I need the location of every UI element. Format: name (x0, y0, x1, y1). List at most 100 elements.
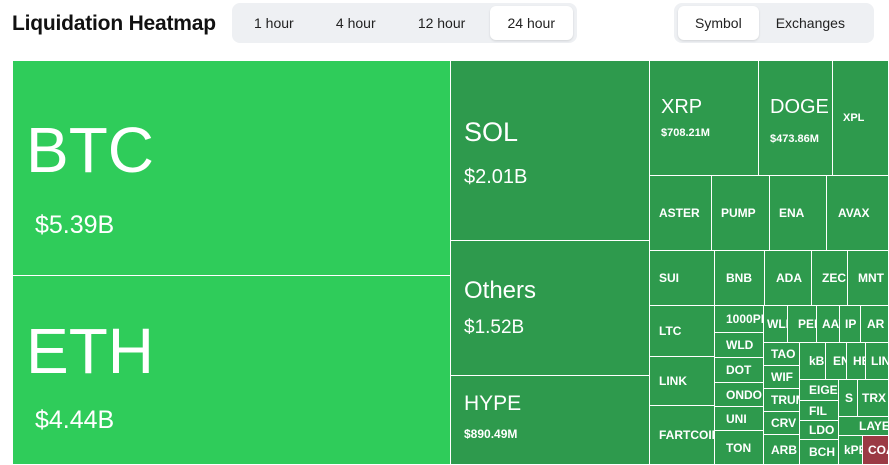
tile-coai[interactable]: COAI (862, 435, 889, 465)
tile-wld-symbol: WLD (726, 338, 754, 352)
tile-trx-symbol: TRX (862, 391, 886, 405)
tile-doge[interactable]: DOGE $473.86M (758, 60, 833, 176)
tile-hype-symbol: HYPE (464, 392, 522, 415)
tile-doge-value: $473.86M (770, 133, 819, 145)
tile-ada[interactable]: ADA (764, 250, 812, 306)
tile-aave[interactable]: AAVE (816, 305, 840, 343)
tile-xrp-value: $708.21M (661, 127, 710, 139)
tile-pengu-symbol: PENGU (798, 317, 816, 331)
tile-fartcoin-symbol: FARTCOIN (659, 428, 715, 442)
tile-fil[interactable]: FIL (799, 400, 839, 421)
tile-pengu[interactable]: PENGU (787, 305, 817, 343)
tile-bnb-symbol: BNB (726, 271, 752, 285)
liquidation-treemap: BTC $5.39B ETH $4.44B SOL $2.01B Others … (12, 60, 889, 465)
tile-ada-symbol: ADA (776, 271, 802, 285)
tile-zec[interactable]: ZEC (811, 250, 848, 306)
tile-wif[interactable]: WIF (763, 365, 800, 389)
period-option-12h[interactable]: 12 hour (400, 6, 483, 40)
tile-ip-symbol: IP (845, 317, 857, 331)
tile-ip[interactable]: IP (839, 305, 861, 343)
tile-crv[interactable]: CRV (763, 411, 800, 435)
tile-zec-symbol: ZEC (822, 271, 846, 285)
tile-fartcoin[interactable]: FARTCOIN (649, 405, 715, 465)
time-period-selector: 1 hour 4 hour 12 hour 24 hour (232, 3, 577, 43)
tile-layer-symbol: LAYER (859, 419, 888, 433)
tile-avax-symbol: AVAX (838, 206, 870, 220)
tile-bch-symbol: BCH (809, 445, 835, 459)
tile-ena-symbol: ENA (779, 206, 805, 220)
tile-avax[interactable]: AVAX (826, 175, 889, 251)
tile-xrp[interactable]: XRP $708.21M (649, 60, 759, 176)
tile-btc[interactable]: BTC $5.39B (12, 60, 451, 276)
tile-xpl[interactable]: XPL (832, 60, 889, 176)
tile-eigen[interactable]: EIGEN (799, 379, 839, 401)
tile-wlfi-symbol: WLFI (767, 317, 787, 331)
view-option-symbol[interactable]: Symbol (678, 6, 759, 40)
period-option-4h[interactable]: 4 hour (318, 6, 394, 40)
tile-fil-symbol: FIL (809, 403, 827, 418)
tile-uni[interactable]: UNI (714, 406, 764, 431)
tile-sol-value: $2.01B (464, 166, 528, 188)
tile-pump[interactable]: PUMP (711, 175, 770, 251)
tile-kpepe[interactable]: kPEPE (838, 435, 863, 465)
tile-arb[interactable]: ARB (763, 434, 800, 465)
period-option-24h[interactable]: 24 hour (489, 6, 573, 40)
tile-ltc-symbol: LTC (659, 324, 682, 338)
tile-dot[interactable]: DOT (714, 357, 764, 383)
tile-ens[interactable]: ENS (825, 342, 847, 380)
tile-ar-symbol: AR (867, 317, 885, 331)
tile-hype[interactable]: HYPE $890.49M (450, 375, 650, 465)
tile-crv-symbol: CRV (771, 416, 797, 430)
tile-xpl-symbol: XPL (843, 112, 865, 124)
tile-bch[interactable]: BCH (799, 439, 839, 465)
tile-arb-symbol: ARB (771, 442, 797, 457)
tile-eth-symbol: ETH (26, 315, 154, 387)
tile-xrp-symbol: XRP (661, 96, 703, 118)
tile-s-symbol: S (845, 391, 854, 405)
tile-eigen-symbol: EIGEN (809, 383, 838, 397)
tile-aster[interactable]: ASTER (649, 175, 712, 251)
tile-ldo[interactable]: LDO (799, 420, 839, 440)
tile-dot-symbol: DOT (726, 363, 752, 377)
tile-pump-symbol: PUMP (721, 206, 756, 220)
tile-wld[interactable]: WLD (714, 332, 764, 358)
tile-ens-symbol: ENS (833, 354, 846, 368)
tile-eth-value: $4.44B (35, 406, 115, 434)
tile-kpepe-symbol: kPEPE (844, 443, 862, 457)
view-option-exchanges[interactable]: Exchanges (759, 6, 862, 40)
tile-layer[interactable]: LAYER (838, 416, 889, 436)
tile-btc-symbol: BTC (26, 114, 154, 186)
tile-bnb[interactable]: BNB (714, 250, 765, 306)
tile-linea[interactable]: LINEA (865, 342, 889, 380)
tile-hbar[interactable]: HBAR (846, 342, 866, 380)
tile-sol-symbol: SOL (464, 117, 519, 147)
tile-trump-symbol: TRUMP (771, 393, 799, 407)
tile-sui[interactable]: SUI (649, 250, 715, 306)
tile-others[interactable]: Others $1.52B (450, 240, 650, 376)
view-mode-selector: Symbol Exchanges (674, 3, 874, 43)
tile-ton-symbol: TON (726, 440, 752, 455)
tile-sol[interactable]: SOL $2.01B (450, 60, 650, 241)
tile-trx[interactable]: TRX (857, 379, 889, 417)
tile-ltc[interactable]: LTC (649, 305, 715, 357)
tile-eth[interactable]: ETH $4.44B (12, 275, 451, 465)
tile-hype-value: $890.49M (464, 427, 518, 441)
tile-ondo[interactable]: ONDO (714, 382, 764, 407)
tile-link[interactable]: LINK (649, 356, 715, 406)
tile-tao[interactable]: TAO (763, 342, 800, 366)
tile-ar[interactable]: AR (860, 305, 889, 343)
tile-aave-symbol: AAVE (822, 317, 839, 331)
tile-kbonk[interactable]: kBONK (799, 342, 826, 380)
tile-doge-symbol: DOGE (770, 96, 829, 118)
tile-coai-symbol: COAI (868, 443, 888, 457)
tile-wlfi[interactable]: WLFI (763, 305, 788, 343)
tile-trump[interactable]: TRUMP (763, 388, 800, 412)
tile-sui-symbol: SUI (659, 271, 680, 285)
tile-ena[interactable]: ENA (769, 175, 827, 251)
tile-mnt[interactable]: MNT (847, 250, 889, 306)
tile-s[interactable]: S (838, 379, 858, 417)
tile-1000pepe[interactable]: 1000PEPE (714, 305, 764, 333)
tile-ton[interactable]: TON (714, 430, 764, 465)
tile-link-symbol: LINK (659, 374, 687, 388)
period-option-1h[interactable]: 1 hour (236, 6, 312, 40)
